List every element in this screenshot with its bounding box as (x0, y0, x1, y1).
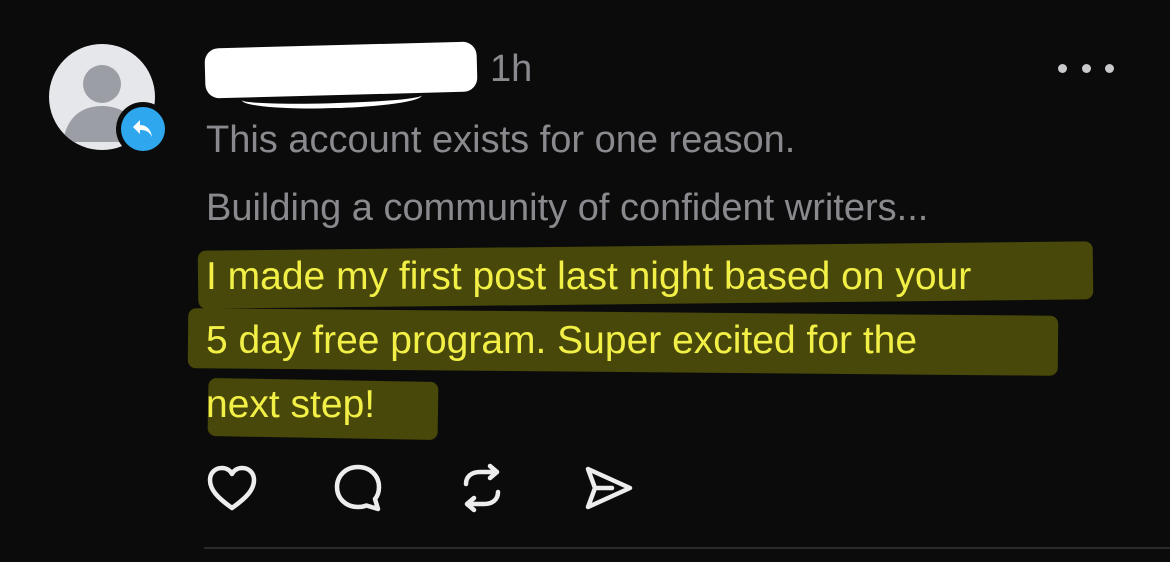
repost-icon (463, 463, 501, 513)
post-card: 1h This account exists for one reason. B… (0, 0, 1170, 562)
reply-arrow-icon (133, 120, 152, 137)
comment-button[interactable] (330, 460, 386, 516)
send-icon (585, 466, 633, 510)
share-button[interactable] (580, 460, 636, 516)
bio-line: This account exists for one reason. (206, 119, 796, 161)
comment-bubble-icon (334, 464, 382, 512)
more-dot-icon (1081, 63, 1091, 73)
like-button[interactable] (204, 460, 260, 516)
post-body-line: 5 day free program. Super excited for th… (206, 319, 918, 362)
more-options-button[interactable] (1058, 50, 1114, 86)
more-dot-icon (1058, 63, 1067, 73)
more-dot-icon (1105, 63, 1114, 73)
post-body-line: I made my first post last night based on… (206, 255, 972, 298)
username-redacted[interactable] (204, 41, 478, 99)
post-body-line: next step! (206, 383, 376, 426)
repost-button[interactable] (454, 460, 510, 516)
post-divider (204, 547, 1170, 549)
reply-badge (116, 102, 170, 156)
post-timestamp: 1h (490, 48, 533, 90)
heart-icon (207, 465, 257, 511)
bio-line: Building a community of confident writer… (206, 187, 929, 229)
